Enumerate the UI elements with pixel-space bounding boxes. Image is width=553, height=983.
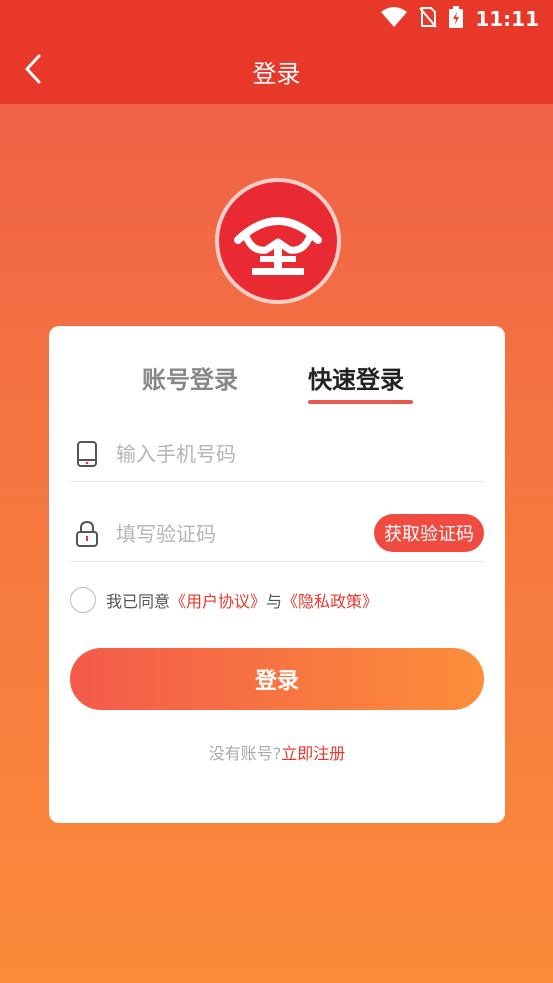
status-time: 11:11 [475,7,539,31]
agreement-row: 我已同意 《用户协议》 与 《隐私政策》 [70,586,378,614]
agreement-connector: 与 [266,592,283,611]
agreement-prefix: 我已同意 [106,592,171,611]
privacy-policy-link[interactable]: 《隐私政策》 [282,588,378,612]
verification-code-input[interactable] [116,521,366,546]
login-button[interactable]: 登录 [70,648,484,710]
app-logo [215,178,341,304]
tab-quick-login[interactable]: 快速登录 [308,360,404,395]
phone-field [70,426,484,482]
wifi-icon [381,7,408,31]
no-sim-icon [419,6,438,32]
active-tab-indicator [308,400,413,404]
login-card: 账号登录 快速登录 获取验证码 我已同意 《用户协议》 与 《隐私政策》 登录 … [49,326,505,823]
register-prompt: 没有账号? [208,744,282,763]
top-bar: 11:11 登录 [0,0,553,104]
code-field: 获取验证码 [70,506,484,562]
lock-icon [72,519,102,549]
page-title: 登录 [252,59,301,88]
login-tabs: 账号登录 快速登录 [49,356,505,406]
chevron-left-icon [24,54,42,88]
get-code-button[interactable]: 获取验证码 [374,514,484,552]
register-row: 没有账号?立即注册 [49,740,505,764]
status-bar: 11:11 [0,0,553,38]
battery-charging-icon [449,6,464,32]
back-button[interactable] [18,54,48,88]
tab-account-login[interactable]: 账号登录 [142,360,238,395]
phone-icon [72,439,102,469]
register-link[interactable]: 立即注册 [281,744,345,763]
phone-input[interactable] [116,441,366,466]
logo-emblem-icon [234,217,322,275]
navbar: 登录 [0,38,553,104]
agreement-checkbox[interactable] [70,587,96,613]
user-agreement-link[interactable]: 《用户协议》 [170,588,266,612]
